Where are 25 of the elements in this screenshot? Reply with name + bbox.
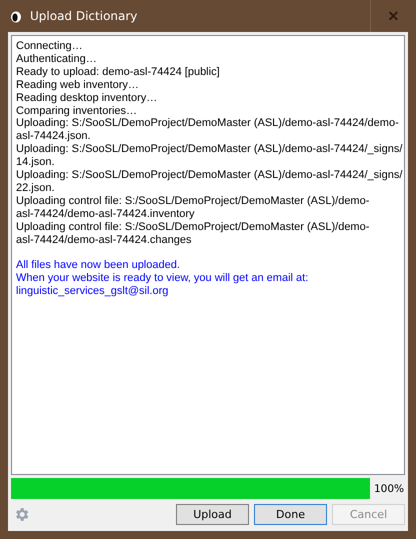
app-logo-icon	[10, 9, 22, 23]
log-line: Uploading control file: S:/SooSL/DemoProject/DemoMaster (ASL)/demo-	[16, 220, 370, 234]
dialog-button[interactable]: Done	[254, 504, 327, 525]
log-line: asl-74424.json.	[16, 130, 92, 144]
log-line: asl-74424/demo-asl-74424.inventory	[16, 208, 196, 221]
gear-icon[interactable]	[13, 506, 30, 523]
log-line: Reading web inventory…	[16, 78, 140, 92]
dialog-button[interactable]: Upload	[176, 504, 249, 525]
log-line: Uploading: S:/SooSL/DemoProject/DemoMaster (ASL)/demo-asl-74424/_signs/	[16, 143, 400, 156]
window-title: Upload Dictionary	[30, 9, 138, 23]
log-line: Connecting…	[16, 40, 84, 53]
log-line: Uploading control file: S:/SooSL/DemoProject/DemoMaster (ASL)/demo-	[16, 194, 370, 208]
log-line: Reading desktop inventory…	[16, 92, 158, 105]
summary-line: linguistic_services_gslt@sil.org	[16, 285, 170, 298]
log-line: Ready to upload: demo-asl-74424 [public]	[16, 66, 221, 79]
log-line: Uploading: S:/SooSL/DemoProject/DemoMaster (ASL)/demo-asl-74424/demo-	[16, 117, 400, 130]
summary-line: When your website is ready to view, you will get an email at:	[16, 272, 310, 286]
log-line: Uploading: S:/SooSL/DemoProject/DemoMaster (ASL)/demo-asl-74424/_signs/	[16, 169, 400, 182]
summary-line: All files have now been uploaded.	[16, 259, 181, 272]
log-line: 22.json.	[16, 182, 56, 195]
log-line: Comparing inventories…	[16, 104, 138, 118]
log-line: asl-74424/demo-asl-74424.changes	[16, 234, 193, 246]
log-line: 14.json.	[16, 156, 56, 170]
progress-reading: 100%	[374, 482, 405, 494]
log-line: Authenticating…	[16, 52, 98, 66]
